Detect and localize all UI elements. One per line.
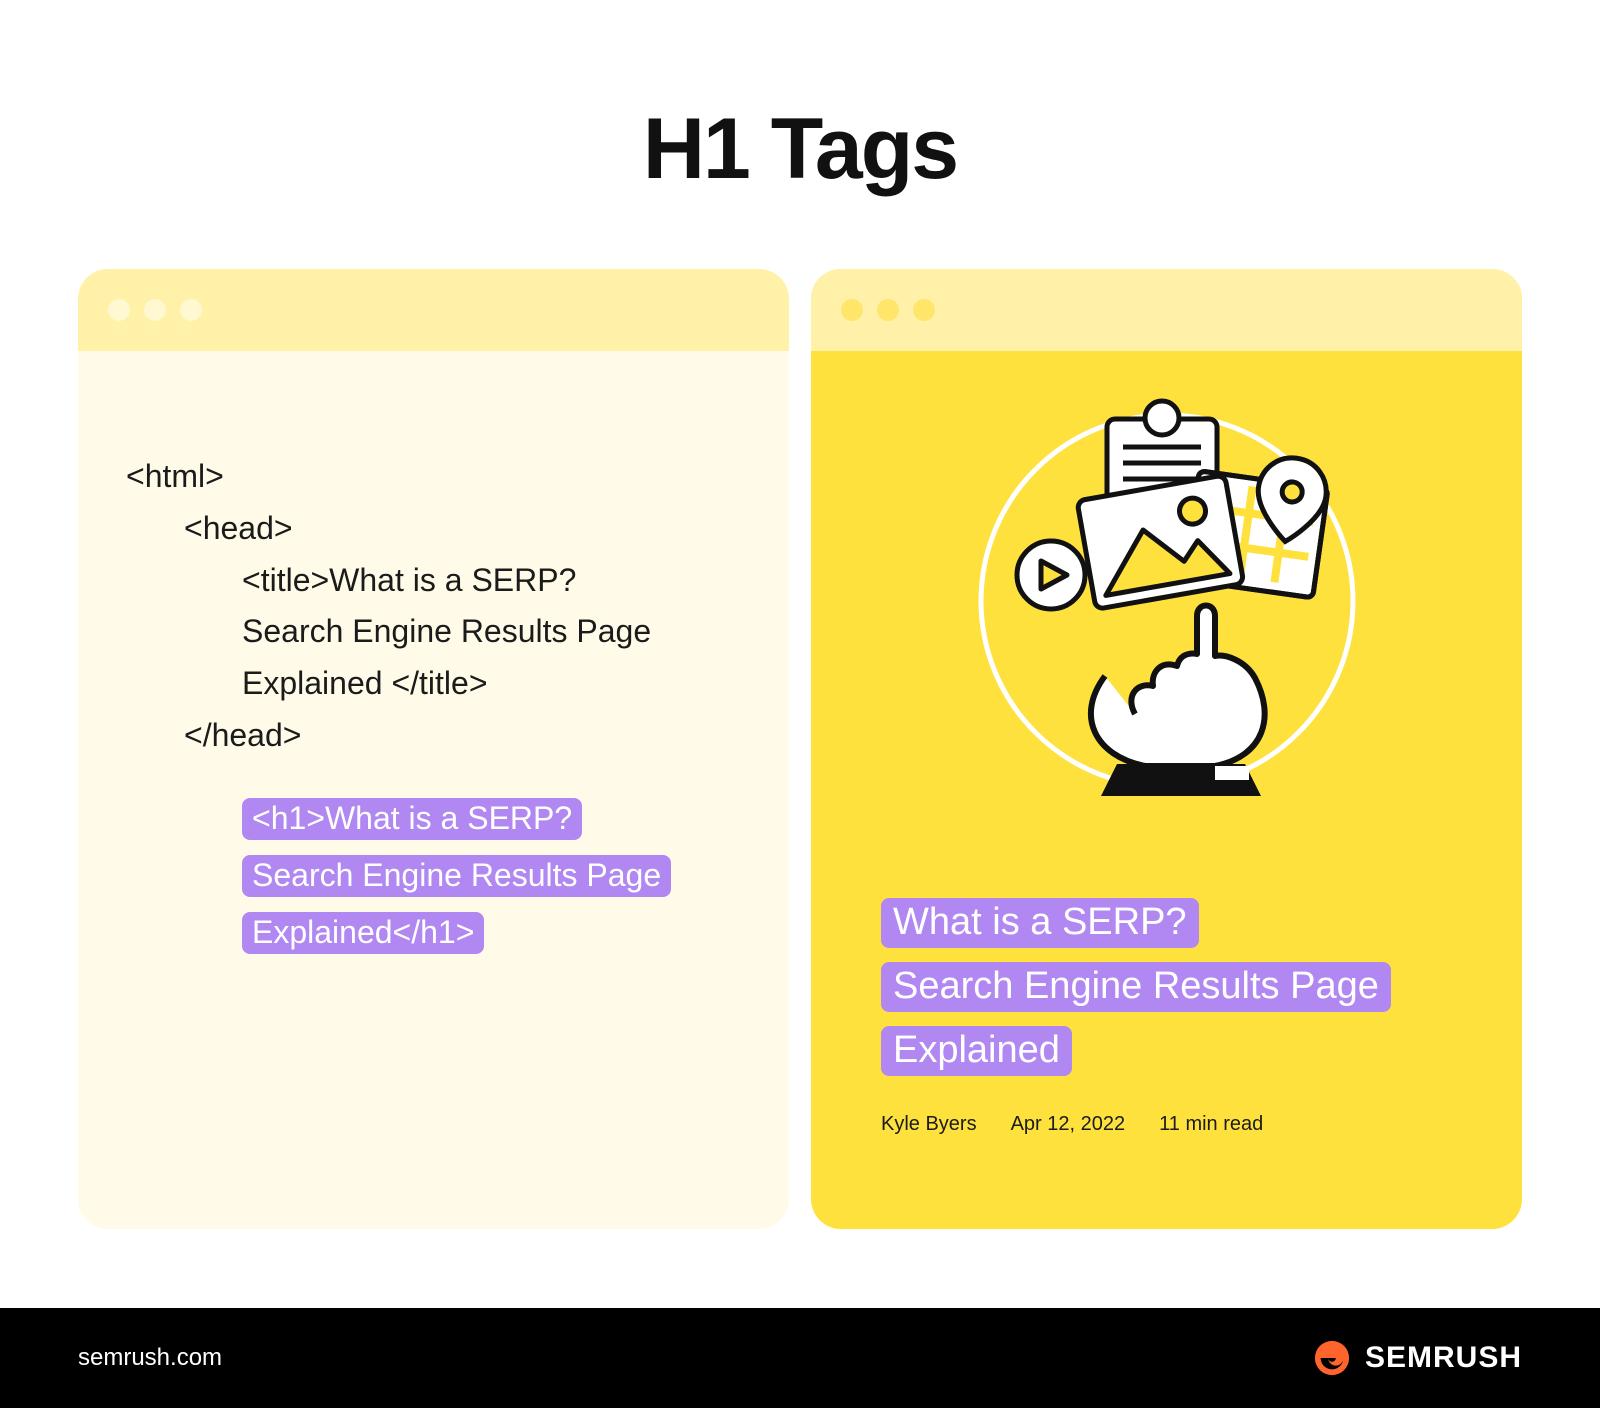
article-body: What is a SERP?Search Engine Results Pag… xyxy=(811,351,1522,1229)
article-headline-wrap: What is a SERP?Search Engine Results Pag… xyxy=(881,891,1452,1082)
window-dot-icon xyxy=(180,299,202,321)
window-dot-icon xyxy=(913,299,935,321)
serp-illustration-icon xyxy=(947,371,1387,811)
window-chrome-right xyxy=(811,269,1522,351)
code-line: <head> xyxy=(126,503,741,555)
window-dot-icon xyxy=(841,299,863,321)
window-dot-icon xyxy=(877,299,899,321)
article-author: Kyle Byers xyxy=(881,1113,977,1136)
code-line: <title>What is a SERP? xyxy=(126,555,741,607)
semrush-logo-icon xyxy=(1313,1339,1351,1377)
code-panel: <html> <head> <title>What is a SERP? Sea… xyxy=(78,269,789,1229)
footer-bar: semrush.com SEMRUSH xyxy=(0,1308,1600,1408)
code-line: <html> xyxy=(126,451,741,503)
article-meta: Kyle Byers Apr 12, 2022 11 min read xyxy=(881,1113,1263,1136)
footer-url: semrush.com xyxy=(78,1344,222,1372)
brand-name: SEMRUSH xyxy=(1365,1341,1522,1375)
window-chrome-left xyxy=(78,269,789,351)
diagram-stage: H1 Tags <html> <head> <title>What is a S… xyxy=(0,0,1600,1408)
window-dot-icon xyxy=(108,299,130,321)
h1-highlight-wrap: <h1>What is a SERP?Search Engine Results… xyxy=(126,790,741,961)
article-readtime: 11 min read xyxy=(1159,1113,1263,1136)
brand-lockup: SEMRUSH xyxy=(1313,1339,1522,1377)
article-panel: What is a SERP?Search Engine Results Pag… xyxy=(811,269,1522,1229)
page-title: H1 Tags xyxy=(0,0,1600,199)
code-line: Explained </title> xyxy=(126,658,741,710)
code-body: <html> <head> <title>What is a SERP? Sea… xyxy=(78,351,789,961)
panels-row: <html> <head> <title>What is a SERP? Sea… xyxy=(0,199,1600,1229)
code-line: </head> xyxy=(126,710,741,762)
window-dot-icon xyxy=(144,299,166,321)
code-line: Search Engine Results Page xyxy=(126,606,741,658)
article-headline: What is a SERP?Search Engine Results Pag… xyxy=(881,898,1391,1076)
h1-highlight: <h1>What is a SERP?Search Engine Results… xyxy=(242,798,671,954)
article-date: Apr 12, 2022 xyxy=(1011,1113,1126,1136)
